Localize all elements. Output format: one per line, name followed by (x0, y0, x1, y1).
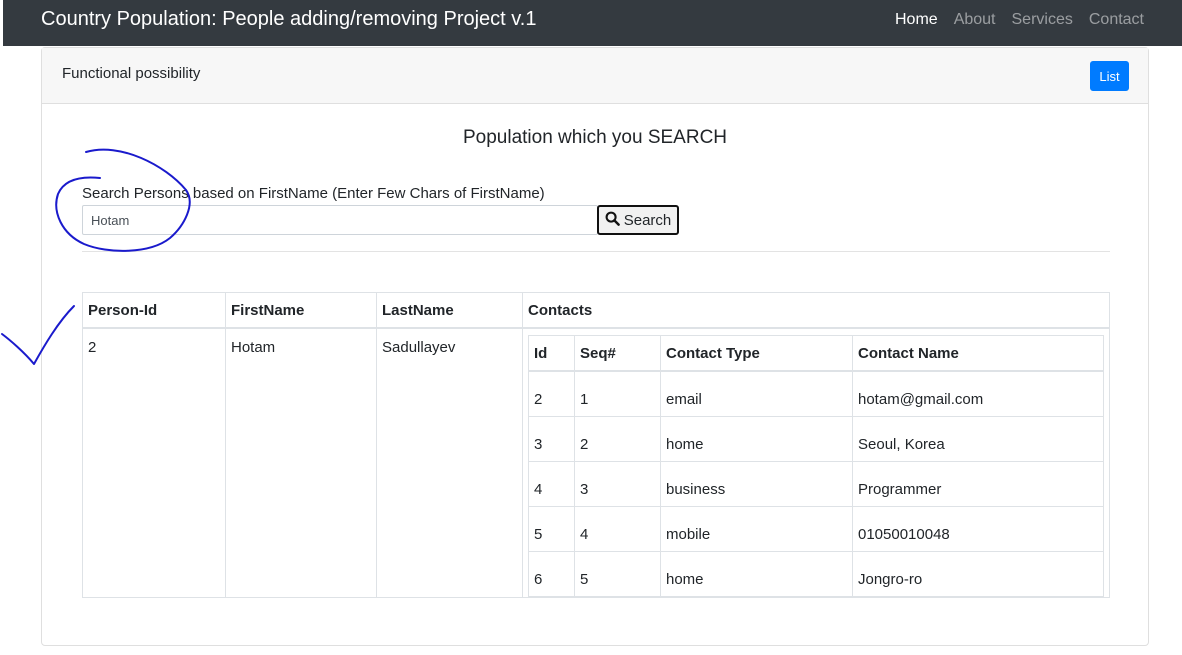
contacts-table: Id Seq# Contact Type Contact Name 2 1 em… (528, 335, 1104, 597)
card-title: Functional possibility (62, 65, 201, 82)
contact-name: hotam@gmail.com (852, 371, 1104, 417)
contact-id: 4 (528, 461, 575, 507)
contact-seq: 1 (574, 371, 661, 417)
table-row: 3 2 home Seoul, Korea (528, 416, 1104, 462)
contact-name: 01050010048 (852, 506, 1104, 552)
contact-seq: 2 (574, 416, 661, 462)
column-header-firstname: FirstName (225, 292, 377, 329)
search-button-label: Search (623, 211, 672, 229)
cell-contacts: Id Seq# Contact Type Contact Name 2 1 em… (522, 327, 1110, 598)
table-row: 6 5 home Jongro-ro (528, 551, 1104, 597)
search-label: Search Persons based on FirstName (Enter… (82, 185, 545, 202)
search-button[interactable]: Search (597, 205, 679, 235)
contact-name: Programmer (852, 461, 1104, 507)
nav-link-about[interactable]: About (954, 11, 996, 29)
top-navbar: Country Population: People adding/removi… (3, 0, 1182, 46)
contact-name: Jongro-ro (852, 551, 1104, 597)
contact-id: 6 (528, 551, 575, 597)
nav-link-services[interactable]: Services (1012, 11, 1073, 29)
contact-id: 2 (528, 371, 575, 417)
contacts-header-row: Id Seq# Contact Type Contact Name (528, 335, 1104, 372)
persons-table-header-row: Person-Id FirstName LastName Contacts (82, 292, 1110, 329)
table-row: 4 3 business Programmer (528, 461, 1104, 507)
contacts-header-seq: Seq# (574, 335, 661, 372)
card-header: Functional possibility List (42, 48, 1148, 104)
persons-table: Person-Id FirstName LastName Contacts 2 … (82, 292, 1110, 598)
contacts-header-type: Contact Type (660, 335, 853, 372)
column-header-contacts: Contacts (522, 292, 1110, 329)
list-button[interactable]: List (1090, 61, 1129, 91)
contact-seq: 5 (574, 551, 661, 597)
contact-id: 5 (528, 506, 575, 552)
table-row: 2 1 email hotam@gmail.com (528, 371, 1104, 417)
navbar-brand[interactable]: Country Population: People adding/removi… (41, 8, 536, 31)
search-icon (605, 211, 620, 230)
cell-person-id: 2 (82, 327, 226, 598)
table-row: 5 4 mobile 01050010048 (528, 506, 1104, 552)
contact-type: business (660, 461, 853, 507)
page-heading: Population which you SEARCH (462, 127, 728, 148)
divider (82, 251, 1110, 252)
contact-type: mobile (660, 506, 853, 552)
nav-link-contact[interactable]: Contact (1089, 11, 1144, 29)
contact-type: home (660, 416, 853, 462)
main-card: Functional possibility List Population w… (41, 47, 1149, 646)
contacts-header-id: Id (528, 335, 575, 372)
contact-id: 3 (528, 416, 575, 462)
search-input[interactable] (82, 205, 598, 235)
nav-links: Home About Services Contact (895, 11, 1144, 29)
table-row: 2 Hotam Sadullayev Id Seq# Contact Type … (82, 327, 1110, 598)
contacts-header-name: Contact Name (852, 335, 1104, 372)
contact-seq: 3 (574, 461, 661, 507)
contact-type: home (660, 551, 853, 597)
column-header-lastname: LastName (376, 292, 523, 329)
cell-firstname: Hotam (225, 327, 377, 598)
nav-link-home[interactable]: Home (895, 11, 938, 29)
column-header-person-id: Person-Id (82, 292, 226, 329)
cell-lastname: Sadullayev (376, 327, 523, 598)
contact-type: email (660, 371, 853, 417)
contact-name: Seoul, Korea (852, 416, 1104, 462)
contact-seq: 4 (574, 506, 661, 552)
